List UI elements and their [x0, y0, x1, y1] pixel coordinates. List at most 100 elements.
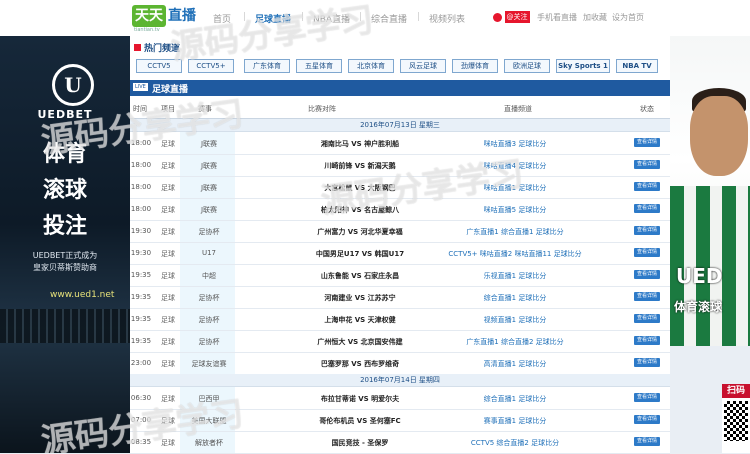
details-button[interactable]: 查看详情 — [634, 204, 660, 213]
channel-beijing[interactable]: 北京体育 — [348, 59, 394, 73]
time-cell: 23:00 — [130, 359, 152, 367]
details-button[interactable]: 查看详情 — [634, 248, 660, 257]
table-row: 19:35 足球 足协杯 上海申花 VS 天津权健 视频直播1 足球比分 查看详情 — [130, 308, 670, 331]
nav-football[interactable]: 足球直播 — [255, 12, 291, 25]
live-badge: LIVE — [133, 83, 148, 91]
right-ad-banner[interactable]: UED 体育滚球 — [670, 36, 750, 346]
details-button[interactable]: 查看详情 — [634, 182, 660, 191]
channel-links[interactable]: CCTV5+ 咪咕直播2 咪咕直播11 足球比分 — [425, 249, 605, 259]
details-button[interactable]: 查看详情 — [634, 138, 660, 147]
ad-line-2: 滚球 — [42, 177, 87, 203]
ad-brand: UEDBET — [37, 108, 93, 121]
table-row: 19:35 足球 中超 山东鲁能 VS 石家庄永昌 乐视直播1 足球比分 查看详情 — [130, 264, 670, 287]
nav-video[interactable]: 视频列表 — [429, 12, 465, 25]
league-cell: 美国大联盟 — [191, 417, 227, 425]
col-sport: 项目 — [161, 105, 175, 113]
channel-jinbao[interactable]: 劲爆体育 — [452, 59, 498, 73]
qr-widget[interactable]: 扫码 — [722, 384, 750, 453]
channel-nbatv[interactable]: NBA TV — [616, 59, 658, 73]
sport-cell: 足球 — [161, 395, 175, 403]
section-title: 足球直播 — [152, 85, 189, 95]
nav-nba[interactable]: NBA直播 — [313, 12, 350, 25]
channel-links[interactable]: 高清直播1 足球比分 — [425, 359, 605, 369]
channel-links[interactable]: CCTV5 综合直播2 足球比分 — [425, 438, 605, 448]
time-cell: 18:00 — [130, 161, 152, 169]
mobile-link[interactable]: 手机看直播 — [537, 12, 577, 23]
ad-desc-1: UEDBET正式成为 — [32, 251, 98, 260]
time-cell: 19:30 — [130, 227, 152, 235]
channel-links[interactable]: 咪咕直播3 足球比分 — [425, 139, 605, 149]
channel-links[interactable]: 赛事直播1 足球比分 — [425, 416, 605, 426]
date-row: 2016年07月13日 星期三 — [130, 119, 670, 132]
channel-guangdong[interactable]: 广东体育 — [244, 59, 290, 73]
player-image — [690, 96, 748, 176]
hot-channels: 热门频道 CCTV5 CCTV5+ 广东体育 五星体育 北京体育 风云足球 劲爆… — [130, 36, 670, 81]
channel-cctv5plus[interactable]: CCTV5+ — [188, 59, 234, 73]
details-button[interactable]: 查看详情 — [634, 314, 660, 323]
sport-cell: 足球 — [161, 439, 175, 447]
channel-links[interactable]: 广东直播1 综合直播2 足球比分 — [425, 337, 605, 347]
ad-desc-2: 皇家贝蒂斯赞助商 — [33, 263, 97, 272]
channel-links[interactable]: 视频直播1 足球比分 — [425, 315, 605, 325]
logo-domain: tiantian.tv — [134, 27, 160, 33]
top-bar: 天天 直播 tiantian.tv 首页 | 足球直播 | NBA直播 | 综合直… — [0, 0, 750, 36]
weibo-icon — [493, 12, 502, 22]
channel-wuxing[interactable]: 五星体育 — [296, 59, 342, 73]
table-header: 时间 项目 赛事 比赛对阵 直播频道 状态 — [130, 96, 670, 119]
channel-links[interactable]: 广东直播1 综合直播1 足球比分 — [425, 227, 605, 237]
details-button[interactable]: 查看详情 — [634, 292, 660, 301]
details-button[interactable]: 查看详情 — [634, 415, 660, 424]
details-button[interactable]: 查看详情 — [634, 270, 660, 279]
channel-links[interactable]: 乐视直播1 足球比分 — [425, 271, 605, 281]
table-row: 18:00 足球 J联赛 柏太阳神 VS 名古屋鲸八 咪咕直播5 足球比分 查看详情 — [130, 198, 670, 221]
stadium-image — [0, 309, 130, 343]
details-button[interactable]: 查看详情 — [634, 437, 660, 446]
nav-separator: | — [301, 12, 305, 22]
channel-fengyun[interactable]: 风云足球 — [400, 59, 446, 73]
channel-links[interactable]: 咪咕直播5 足球比分 — [425, 205, 605, 215]
favorite-link[interactable]: 加收藏 — [583, 12, 607, 23]
nav-home[interactable]: 首页 — [213, 12, 231, 25]
league-cell: 足协杯 — [198, 338, 220, 346]
col-match: 比赛对阵 — [308, 105, 336, 113]
channel-sky[interactable]: Sky Sports 1 — [556, 59, 610, 73]
section-header: LIVE 足球直播 — [130, 80, 670, 96]
col-time: 时间 — [133, 105, 147, 113]
time-cell: 07:00 — [130, 416, 152, 424]
main-content: 热门频道 CCTV5 CCTV5+ 广东体育 五星体育 北京体育 风云足球 劲爆… — [130, 36, 670, 454]
nav-separator: | — [243, 12, 247, 22]
table-row: 23:00 足球 足球友谊赛 巴塞罗那 VS 西布罗维奇 高清直播1 足球比分 查看详情 — [130, 352, 670, 375]
details-button[interactable]: 查看详情 — [634, 336, 660, 345]
channel-europe[interactable]: 欧洲足球 — [504, 59, 550, 73]
league-cell: 足协杯 — [198, 228, 220, 236]
details-button[interactable]: 查看详情 — [634, 358, 660, 367]
time-cell: 19:35 — [130, 337, 152, 345]
ad-line-3: 投注 — [42, 213, 87, 239]
details-button[interactable]: 查看详情 — [634, 160, 660, 169]
weibo-follow[interactable]: @关注 — [493, 11, 530, 23]
nav-general[interactable]: 综合直播 — [371, 12, 407, 25]
site-logo[interactable]: 天天 直播 tiantian.tv — [132, 5, 196, 33]
league-cell: 中超 — [202, 272, 216, 280]
league-cell: J联赛 — [200, 206, 218, 214]
table-row: 19:30 足球 U17 中国男足U17 VS 韩国U17 CCTV5+ 咪咕直播2 咪… — [130, 242, 670, 265]
sport-cell: 足球 — [161, 294, 175, 302]
details-button[interactable]: 查看详情 — [634, 226, 660, 235]
channel-links[interactable]: 咪咕直播4 足球比分 — [425, 161, 605, 171]
channel-cctv5[interactable]: CCTV5 — [136, 59, 182, 73]
channel-links[interactable]: 综合直播1 足球比分 — [425, 394, 605, 404]
nav-separator: | — [417, 12, 421, 22]
homepage-link[interactable]: 设为首页 — [612, 12, 644, 23]
time-cell: 18:00 — [130, 139, 152, 147]
league-cell: U17 — [201, 249, 217, 257]
col-channels: 直播频道 — [504, 105, 532, 113]
time-cell: 18:00 — [130, 205, 152, 213]
channel-links[interactable]: 咪咕直播1 足球比分 — [425, 183, 605, 193]
time-cell: 18:00 — [130, 183, 152, 191]
hot-icon — [134, 44, 141, 51]
date-row: 2016年07月14日 星期四 — [130, 374, 670, 387]
left-ad-banner[interactable]: U UEDBET 体育 滚球 投注 UEDBET正式成为 皇家贝蒂斯赞助商 ww… — [0, 36, 130, 453]
channel-links[interactable]: 综合直播1 足球比分 — [425, 293, 605, 303]
league-cell: 足协杯 — [198, 294, 220, 302]
details-button[interactable]: 查看详情 — [634, 393, 660, 402]
